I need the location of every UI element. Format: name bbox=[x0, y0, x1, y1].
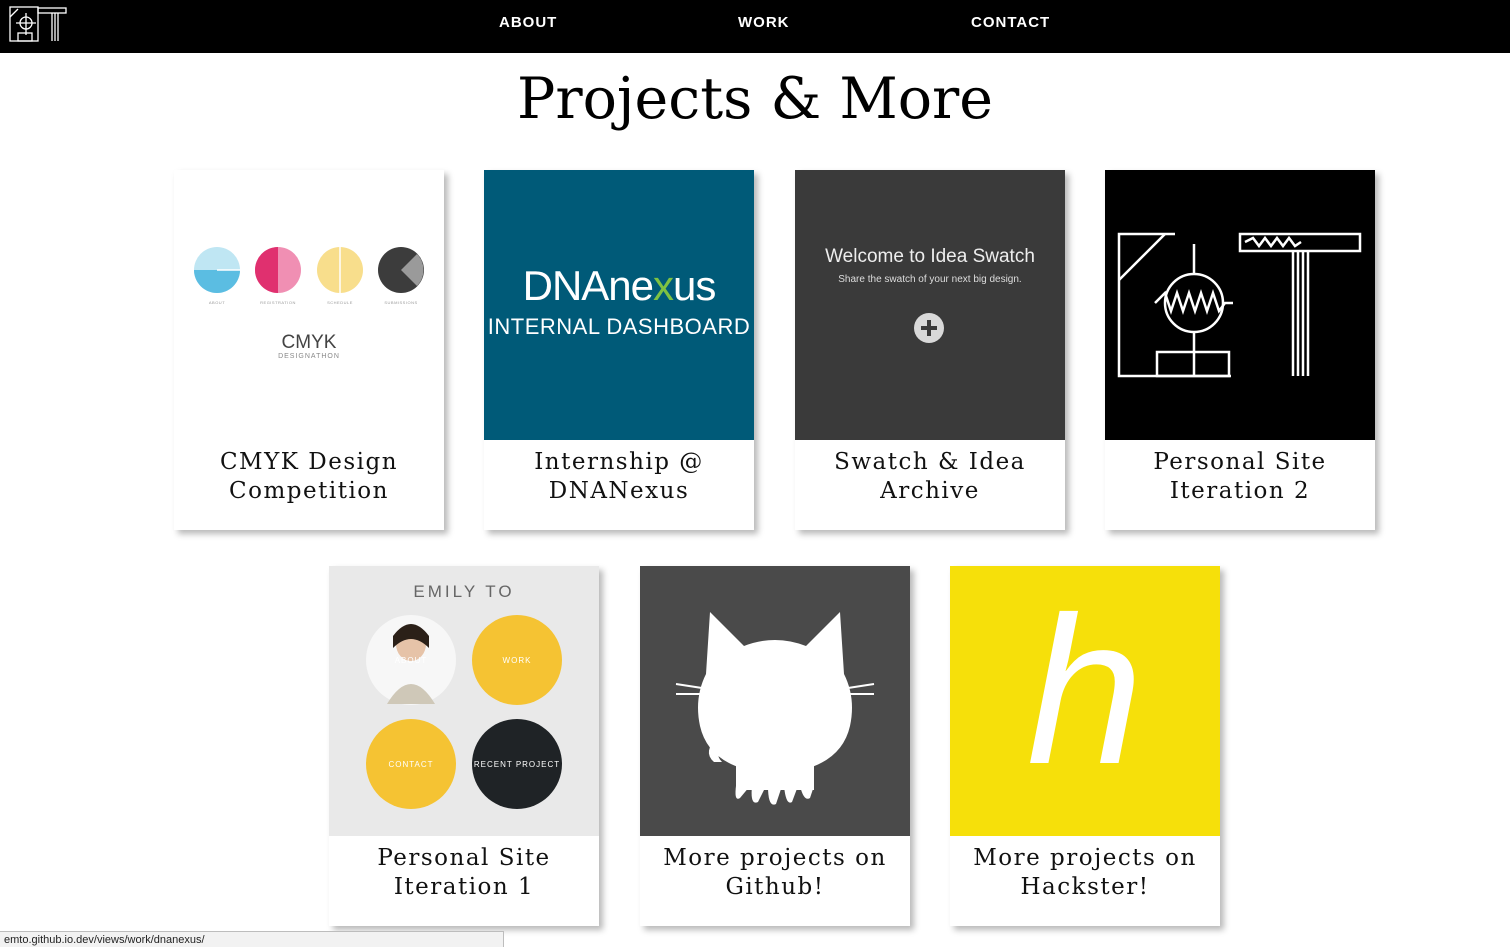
project-card-swatch[interactable]: Welcome to Idea Swatch Share the swatch … bbox=[795, 170, 1065, 530]
page-title: Projects & More bbox=[516, 66, 994, 132]
project-title: CMYK Design Competition bbox=[174, 448, 444, 506]
circle-label-about: ABOUT bbox=[394, 656, 428, 665]
project-card-hackster[interactable]: h More projects on Hackster! bbox=[950, 566, 1220, 926]
project-title: Internship @ DNANexus bbox=[484, 448, 754, 506]
github-octocat-icon bbox=[675, 612, 875, 805]
et-logo-icon[interactable] bbox=[8, 5, 70, 43]
et-logo-large-icon bbox=[1117, 232, 1362, 378]
project-title-line: CMYK Design bbox=[219, 449, 399, 475]
portrait-circles-icon bbox=[366, 615, 562, 809]
project-card-dnanexus[interactable]: DNAnexus INTERNAL DASHBOARD Internship @… bbox=[484, 170, 754, 530]
project-title-line: Iteration 1 bbox=[393, 874, 535, 900]
project-card-cmyk[interactable]: ABOUT REGISTRATION SCHEDULE SUBMISSIONS … bbox=[174, 170, 444, 530]
project-thumbnail-cmyk: ABOUT REGISTRATION SCHEDULE SUBMISSIONS … bbox=[174, 170, 444, 440]
project-title-line: Internship @ bbox=[534, 449, 704, 475]
project-card-personal-site-2[interactable]: Personal Site Iteration 2 bbox=[1105, 170, 1375, 530]
nav-about[interactable]: ABOUT bbox=[499, 14, 557, 31]
project-title: More projects on Github! bbox=[640, 844, 910, 902]
dnanexus-brand: DNAnexus bbox=[522, 262, 717, 309]
dnanexus-subtitle: INTERNAL DASHBOARD bbox=[487, 314, 751, 339]
project-title-line: Competition bbox=[229, 478, 389, 504]
cmyk-label-about: ABOUT bbox=[208, 300, 226, 305]
project-thumbnail-hackster: h bbox=[950, 566, 1220, 836]
project-title: More projects on Hackster! bbox=[950, 844, 1220, 902]
project-title-line: Iteration 2 bbox=[1169, 478, 1311, 504]
project-thumbnail-swatch: Welcome to Idea Swatch Share the swatch … bbox=[795, 170, 1065, 440]
project-thumbnail-personal-site-1: EMILY TO ABOUT WORK CONTACT RECENT PROJE… bbox=[329, 566, 599, 836]
circle-label-work: WORK bbox=[502, 656, 532, 665]
cmyk-subtitle: DESIGNATHON bbox=[278, 353, 340, 360]
cmyk-brand: CMYK bbox=[281, 332, 337, 353]
cmyk-label-submissions: SUBMISSIONS bbox=[384, 300, 418, 305]
project-title: Personal Site Iteration 1 bbox=[329, 844, 599, 902]
project-thumbnail-personal-site-2 bbox=[1105, 170, 1375, 440]
project-title-line: Hackster! bbox=[1020, 874, 1150, 900]
cmyk-label-registration: REGISTRATION bbox=[260, 300, 296, 305]
top-nav-bar: ABOUT WORK CONTACT bbox=[0, 0, 1510, 53]
circle-label-recent-project: RECENT PROJECT bbox=[473, 760, 561, 769]
project-thumbnail-github bbox=[640, 566, 910, 836]
nav-contact[interactable]: CONTACT bbox=[971, 14, 1050, 31]
browser-status-url: emto.github.io.dev/views/work/dnanexus/ bbox=[0, 931, 504, 947]
project-title-line: Github! bbox=[725, 874, 825, 900]
plus-circle-icon bbox=[914, 313, 944, 343]
cmyk-circles-icon bbox=[194, 247, 424, 293]
nav-work[interactable]: WORK bbox=[738, 14, 790, 31]
project-title-line: Personal Site bbox=[377, 845, 551, 871]
project-title: Swatch & Idea Archive bbox=[795, 448, 1065, 506]
project-title: Personal Site Iteration 2 bbox=[1105, 448, 1375, 506]
project-thumbnail-dnanexus: DNAnexus INTERNAL DASHBOARD bbox=[484, 170, 754, 440]
project-title-line: DNANexus bbox=[548, 478, 690, 504]
project-title-line: Swatch & Idea bbox=[834, 449, 1026, 475]
circle-label-contact: CONTACT bbox=[388, 760, 434, 769]
project-card-personal-site-1[interactable]: EMILY TO ABOUT WORK CONTACT RECENT PROJE… bbox=[329, 566, 599, 926]
project-title-line: Personal Site bbox=[1153, 449, 1327, 475]
project-title-line: More projects on bbox=[663, 845, 887, 871]
project-card-github[interactable]: More projects on Github! bbox=[640, 566, 910, 926]
cmyk-label-schedule: SCHEDULE bbox=[327, 300, 353, 305]
project-title-line: Archive bbox=[880, 478, 980, 504]
hackster-logo-icon: h bbox=[1026, 573, 1144, 808]
project-title-line: More projects on bbox=[973, 845, 1197, 871]
